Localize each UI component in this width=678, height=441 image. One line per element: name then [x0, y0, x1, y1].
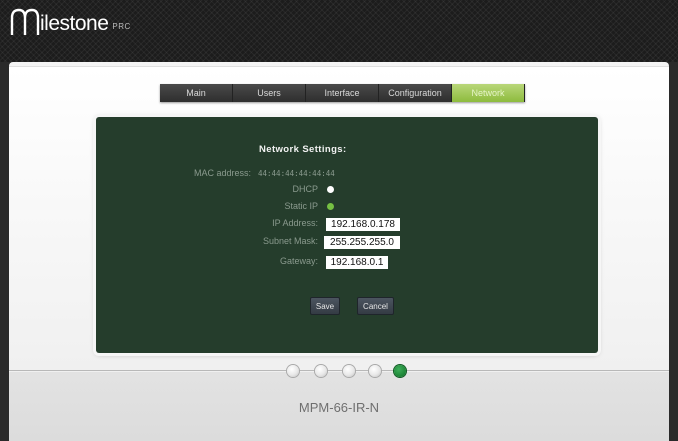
- left-margin: [0, 62, 9, 441]
- ip-address-label: IP Address:: [272, 218, 318, 228]
- page-dot-5[interactable]: [394, 365, 406, 377]
- tab-main[interactable]: Main: [160, 84, 233, 102]
- app-frame: ilestone PRC Main Users Interface Config…: [0, 0, 678, 441]
- subnet-mask-label: Subnet Mask:: [262, 236, 318, 246]
- mac-address-label: MAC address:: [193, 168, 251, 178]
- network-settings-title: Network Settings:: [259, 144, 347, 155]
- subnet-mask-field[interactable]: [324, 236, 400, 249]
- brand-suffix: PRC: [112, 22, 131, 31]
- device-model: MPM-66-IR-N: [298, 400, 380, 415]
- network-settings-panel: Network Settings: MAC address: 44:44:44:…: [96, 117, 598, 353]
- tab-bar: Main Users Interface Configuration Netwo…: [160, 84, 525, 102]
- gateway-field[interactable]: [326, 256, 388, 269]
- page-dot-1[interactable]: [287, 365, 299, 377]
- static-ip-label: Static IP: [284, 201, 318, 211]
- page-dot-2[interactable]: [315, 365, 327, 377]
- tab-network[interactable]: Network: [452, 84, 525, 102]
- ip-address-field[interactable]: [326, 218, 400, 231]
- save-button[interactable]: Save: [310, 297, 340, 315]
- dhcp-label: DHCP: [292, 184, 318, 194]
- milestone-m-icon: [9, 8, 41, 36]
- right-margin: [669, 62, 678, 441]
- cancel-button[interactable]: Cancel: [357, 297, 394, 315]
- brand-logo: ilestone PRC: [9, 6, 131, 36]
- tab-configuration[interactable]: Configuration: [379, 84, 452, 102]
- footer-divider: [9, 370, 669, 371]
- header-bar: ilestone PRC: [0, 0, 678, 62]
- mac-address-value: 44:44:44:44:44:44: [258, 169, 335, 178]
- tab-users[interactable]: Users: [233, 84, 306, 102]
- gateway-label: Gateway:: [279, 256, 318, 266]
- tab-interface[interactable]: Interface: [306, 84, 379, 102]
- brand-name: ilestone: [40, 12, 109, 35]
- dhcp-radio[interactable]: [327, 186, 334, 193]
- page-dot-4[interactable]: [369, 365, 381, 377]
- static-ip-radio[interactable]: [327, 203, 334, 210]
- page-dot-3[interactable]: [343, 365, 355, 377]
